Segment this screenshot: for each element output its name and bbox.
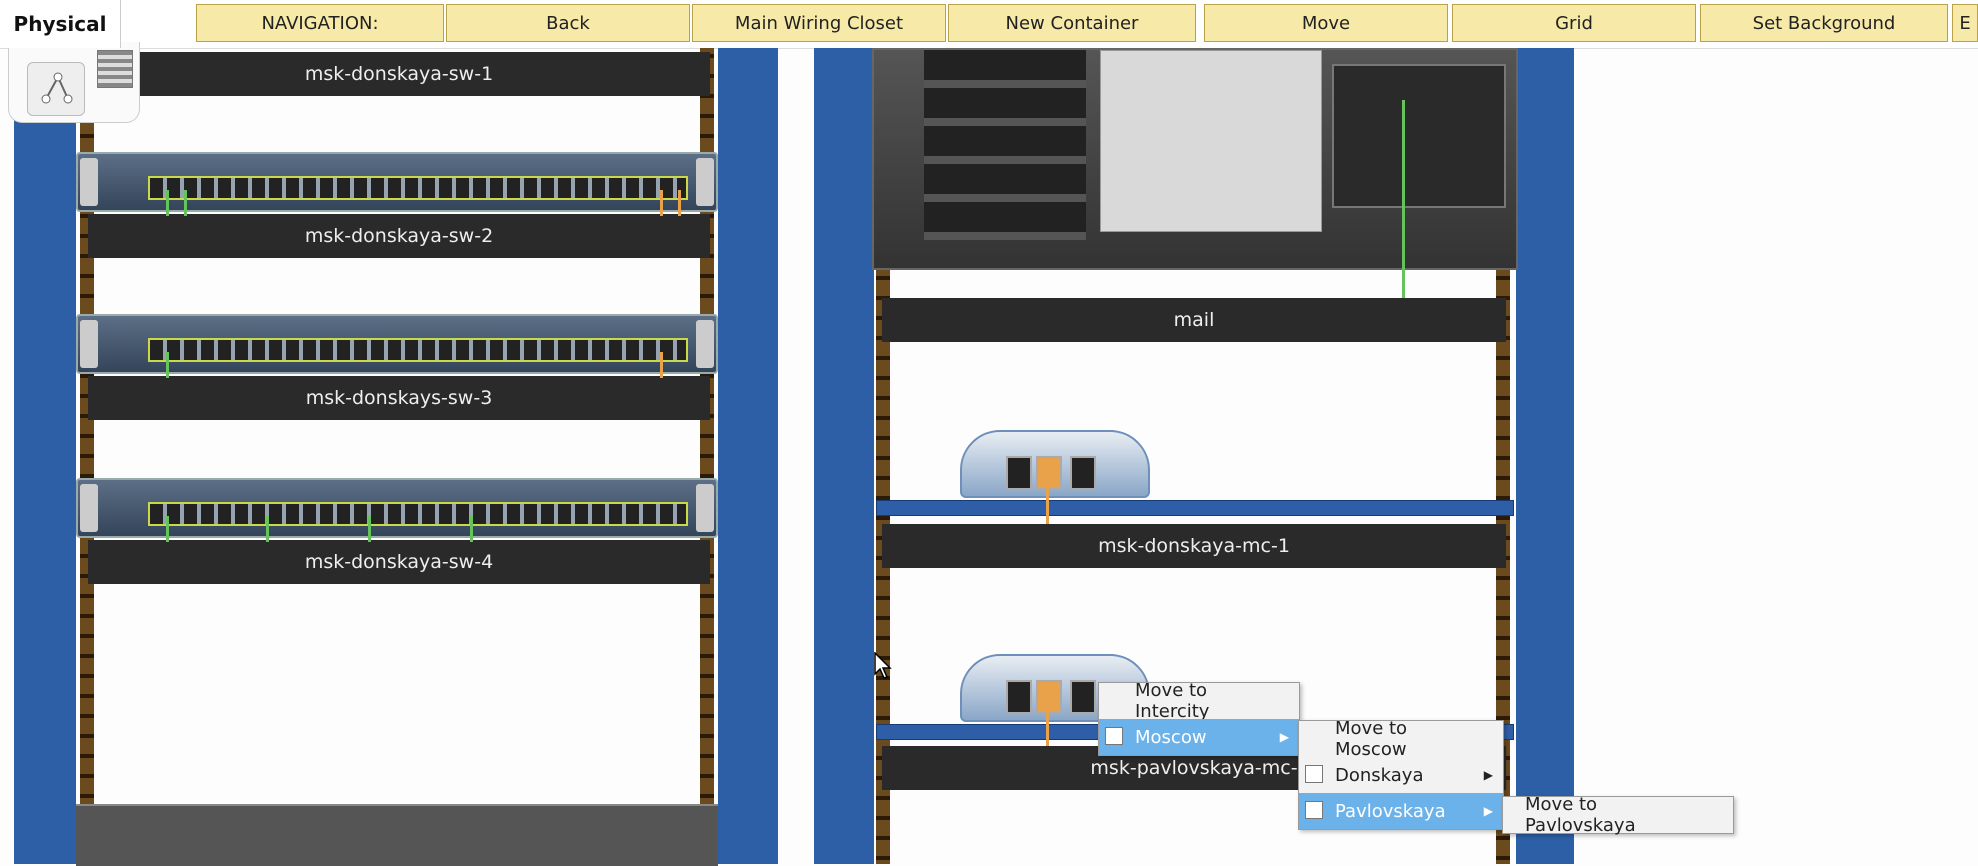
- menu-item-moscow[interactable]: Moscow ▶: [1099, 719, 1299, 755]
- media-converter-mc-1[interactable]: [960, 430, 1150, 498]
- network-topology-icon: [41, 72, 73, 104]
- context-menu-level2: Move to Moscow Donskaya ▶ Pavlovskaya ▶: [1298, 718, 1504, 830]
- mail-server-chassis[interactable]: [872, 48, 1518, 270]
- switch-sw-3[interactable]: [76, 314, 718, 374]
- left-rack-rail-outer: [14, 48, 76, 864]
- new-container-button[interactable]: New Container: [948, 4, 1196, 42]
- menu-item-move-to-intercity[interactable]: Move to Intercity: [1099, 680, 1299, 722]
- building-icon: [1305, 801, 1323, 819]
- menu-item-move-to-pavlovskaya[interactable]: Move to Pavlovskaya: [1503, 794, 1733, 836]
- submenu-arrow-icon: ▶: [1483, 768, 1493, 782]
- menu-item-label: Move to Moscow: [1335, 718, 1408, 760]
- device-label-sw-2[interactable]: msk-donskaya-sw-2: [88, 214, 710, 258]
- menu-item-label: Moscow: [1135, 726, 1207, 748]
- cable: [1046, 710, 1049, 748]
- menu-item-donskaya[interactable]: Donskaya ▶: [1299, 757, 1503, 793]
- switch-sw-2[interactable]: [76, 152, 718, 212]
- server-module: [1332, 64, 1506, 208]
- switch-sw-4[interactable]: [76, 478, 718, 538]
- right-rack-rail-left: [814, 48, 874, 864]
- server-front-panel: [1100, 50, 1322, 232]
- rack-view-icon[interactable]: [97, 50, 133, 88]
- more-button[interactable]: E: [1952, 4, 1978, 42]
- left-rack-bottom-device[interactable]: [76, 804, 718, 866]
- cable: [1046, 486, 1049, 524]
- location-icon: [1105, 727, 1123, 745]
- menu-item-pavlovskaya[interactable]: Pavlovskaya ▶: [1299, 793, 1503, 829]
- cable: [368, 516, 371, 542]
- menu-item-label: Pavlovskaya: [1335, 800, 1446, 822]
- context-menu-level3: Move to Pavlovskaya: [1502, 794, 1734, 836]
- submenu-arrow-icon: ▶: [1483, 804, 1493, 818]
- cable: [166, 352, 169, 378]
- move-button[interactable]: Move: [1204, 4, 1448, 42]
- context-menu-level1: Move to Intercity Moscow ▶: [1098, 680, 1300, 756]
- left-rack-rail-right: [718, 48, 778, 864]
- cable: [166, 516, 169, 542]
- device-label-sw-4[interactable]: msk-donskaya-sw-4: [88, 540, 710, 584]
- building-icon: [1305, 765, 1323, 783]
- menu-item-move-to-moscow[interactable]: Move to Moscow: [1299, 718, 1503, 760]
- logical-view-icon[interactable]: [27, 62, 85, 116]
- cable: [678, 190, 681, 216]
- mouse-cursor-icon: [874, 652, 892, 679]
- menu-item-label: Donskaya: [1335, 764, 1424, 786]
- physical-tab[interactable]: Physical: [0, 0, 121, 48]
- cable: [660, 352, 663, 378]
- cable: [184, 190, 187, 216]
- menu-item-label: Move to Intercity: [1135, 680, 1210, 722]
- top-toolbar: Physical NAVIGATION: Back Main Wiring Cl…: [0, 0, 1978, 49]
- right-rack-rail-right: [1516, 48, 1574, 864]
- set-background-button[interactable]: Set Background: [1700, 4, 1948, 42]
- navigation-label: NAVIGATION:: [196, 4, 444, 42]
- grid-button[interactable]: Grid: [1452, 4, 1696, 42]
- submenu-arrow-icon: ▶: [1279, 730, 1289, 744]
- view-switcher-panel: [8, 42, 140, 123]
- back-button[interactable]: Back: [446, 4, 690, 42]
- device-label-sw-3[interactable]: msk-donskays-sw-3: [88, 376, 710, 420]
- menu-item-label: Move to Pavlovskaya: [1525, 794, 1636, 836]
- shelf-mc-1: [876, 500, 1514, 516]
- cable: [266, 516, 269, 542]
- main-wiring-closet-button[interactable]: Main Wiring Closet: [692, 4, 946, 42]
- device-label-sw-1[interactable]: msk-donskaya-sw-1: [88, 52, 710, 96]
- cable: [1402, 100, 1405, 300]
- cable: [470, 516, 473, 542]
- device-label-mc-1[interactable]: msk-donskaya-mc-1: [882, 524, 1506, 568]
- drive-bays: [924, 50, 1086, 240]
- cable: [660, 190, 663, 216]
- cable: [166, 190, 169, 216]
- device-label-mail[interactable]: mail: [882, 298, 1506, 342]
